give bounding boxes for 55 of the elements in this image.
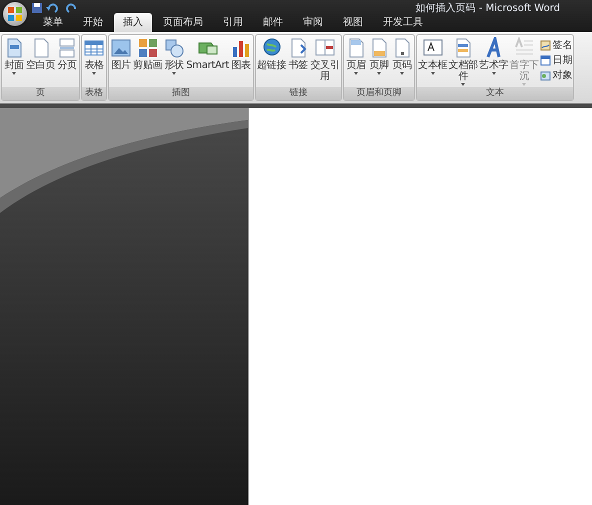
ribbon-tab[interactable]: 开发工具 — [374, 13, 432, 32]
ribbon-button[interactable]: 图片 — [110, 37, 132, 87]
small-ribbon-button[interactable]: 日期 — [540, 53, 572, 67]
shapes-icon — [163, 37, 186, 59]
ribbon-tab[interactable]: 审阅 — [294, 13, 332, 32]
caret-icon — [492, 72, 496, 75]
small-ribbon-button[interactable]: 签名 — [540, 38, 572, 52]
save-icon[interactable] — [32, 2, 42, 12]
redo-icon[interactable] — [64, 2, 78, 12]
caret-icon — [92, 72, 96, 75]
group-label: 文本 — [417, 87, 574, 100]
ribbon-button[interactable]: SmartArt — [186, 37, 229, 87]
ribbon-tab[interactable]: 引用 — [214, 13, 252, 32]
signature-icon — [540, 40, 552, 50]
ribbon-tab[interactable]: 菜单 — [34, 13, 72, 32]
caret-icon — [377, 72, 382, 75]
ribbon-button[interactable]: 封面 — [3, 37, 25, 87]
ribbon-button[interactable]: 文本框 — [418, 37, 448, 87]
ribbon-button[interactable]: 表格 — [83, 37, 106, 87]
ribbon-tab[interactable]: 邮件 — [254, 13, 292, 32]
office-button[interactable] — [3, 2, 27, 26]
calendar-icon — [540, 54, 552, 66]
picture-icon — [110, 37, 132, 59]
office-logo-icon — [8, 7, 22, 21]
caret-icon — [172, 72, 176, 75]
group-label: 链接 — [256, 87, 342, 100]
caret-icon — [12, 72, 16, 75]
ribbon-tab[interactable]: 开始 — [74, 13, 112, 32]
ribbon-tab[interactable]: 视图 — [334, 13, 372, 32]
group-label: 页眉和页脚 — [344, 87, 414, 100]
ribbon-button[interactable]: 超链接 — [256, 37, 286, 87]
ribbon-button[interactable]: 页脚 — [368, 37, 390, 87]
ribbon-button[interactable]: 剪贴画 — [133, 37, 162, 87]
caret-icon — [400, 72, 404, 75]
small-ribbon-button[interactable]: 对象 — [540, 68, 572, 82]
ribbon-button[interactable]: 书签 — [287, 37, 310, 87]
images-icon — [136, 37, 159, 59]
group-label: 表格 — [82, 87, 106, 100]
group-label: 插图 — [109, 87, 253, 100]
caret-icon — [354, 72, 358, 75]
ribbon-button[interactable]: 页码 — [391, 37, 414, 87]
ribbon-button[interactable]: 艺术字 — [479, 37, 508, 87]
caret-icon — [430, 72, 435, 75]
group-label: 页 — [2, 87, 80, 100]
object-icon — [540, 70, 552, 80]
ribbon-button[interactable]: 空白页 — [26, 37, 56, 87]
ribbon-button[interactable]: 交叉引用 — [310, 37, 340, 87]
ribbon-tab[interactable]: 页面布局 — [154, 13, 212, 32]
ribbon-button[interactable]: 页眉 — [345, 37, 368, 87]
ribbon-button[interactable]: 分页 — [56, 37, 78, 87]
ribbon-button[interactable]: 图表 — [230, 37, 252, 87]
ribbon-button[interactable]: 形状 — [163, 37, 186, 87]
ribbon-tab[interactable]: 插入 — [114, 13, 152, 32]
window-title: 如何插入页码 - Microsoft Word — [416, 2, 560, 14]
undo-icon[interactable] — [46, 2, 60, 12]
